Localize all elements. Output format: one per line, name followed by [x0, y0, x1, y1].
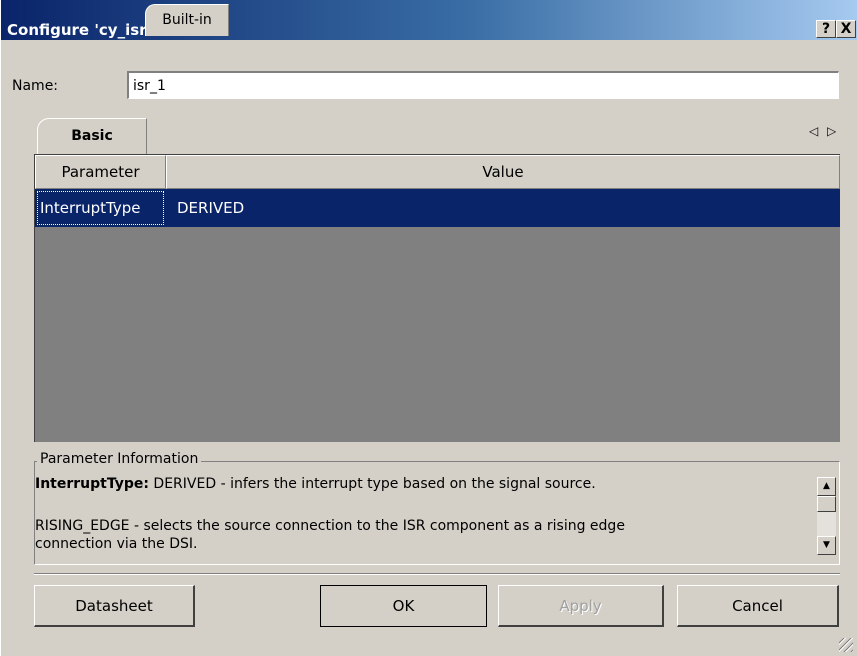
divider [34, 573, 840, 575]
close-button[interactable]: X [836, 20, 856, 38]
tab-scroll-left-icon[interactable]: ◁ [809, 124, 818, 138]
parameter-info-bold-label: InterruptType: [35, 476, 149, 492]
info-scrollbar[interactable]: ▲ ▼ [817, 477, 836, 555]
apply-button[interactable]: Apply [498, 585, 664, 627]
cell-value[interactable]: DERIVED [177, 189, 244, 227]
configure-dialog: Configure 'cy_isr' ? X Name: Built-in Ba… [0, 0, 857, 656]
scroll-thumb[interactable] [817, 496, 836, 512]
name-input[interactable] [127, 71, 839, 99]
title-bar[interactable]: Configure 'cy_isr' ? X [1, 0, 857, 40]
help-button[interactable]: ? [816, 20, 836, 38]
tab-basic-label: Basic [71, 128, 113, 144]
parameter-info-line-1-text: DERIVED - infers the interrupt type base… [148, 476, 596, 492]
parameter-info-line-3: connection via the DSI. [35, 536, 198, 552]
scroll-up-icon[interactable]: ▲ [817, 477, 836, 496]
cell-parameter[interactable]: InterruptType [37, 191, 164, 225]
parameter-info-legend: Parameter Information [37, 451, 202, 467]
ok-button[interactable]: OK [320, 585, 487, 627]
datasheet-button[interactable]: Datasheet [34, 585, 195, 627]
name-label: Name: [12, 78, 59, 94]
tab-scroll-right-icon[interactable]: ▷ [827, 124, 836, 138]
column-header-parameter[interactable]: Parameter [35, 155, 166, 189]
parameter-info-line-2: RISING_EDGE - selects the source connect… [35, 518, 625, 534]
tab-basic[interactable]: Basic [37, 118, 147, 154]
table-row[interactable]: InterruptType DERIVED [35, 189, 840, 227]
parameter-info-line-1: InterruptType: DERIVED - infers the inte… [35, 476, 596, 492]
resize-grip-icon[interactable] [839, 638, 853, 652]
dialog-title: Configure 'cy_isr' [7, 21, 152, 39]
tab-built-in[interactable]: Built-in [145, 4, 229, 36]
column-header-value[interactable]: Value [166, 155, 840, 189]
tab-built-in-label: Built-in [162, 12, 212, 28]
scroll-down-icon[interactable]: ▼ [817, 536, 836, 555]
parameter-grid: Parameter Value InterruptType DERIVED [34, 154, 840, 442]
cancel-button[interactable]: Cancel [677, 585, 839, 627]
